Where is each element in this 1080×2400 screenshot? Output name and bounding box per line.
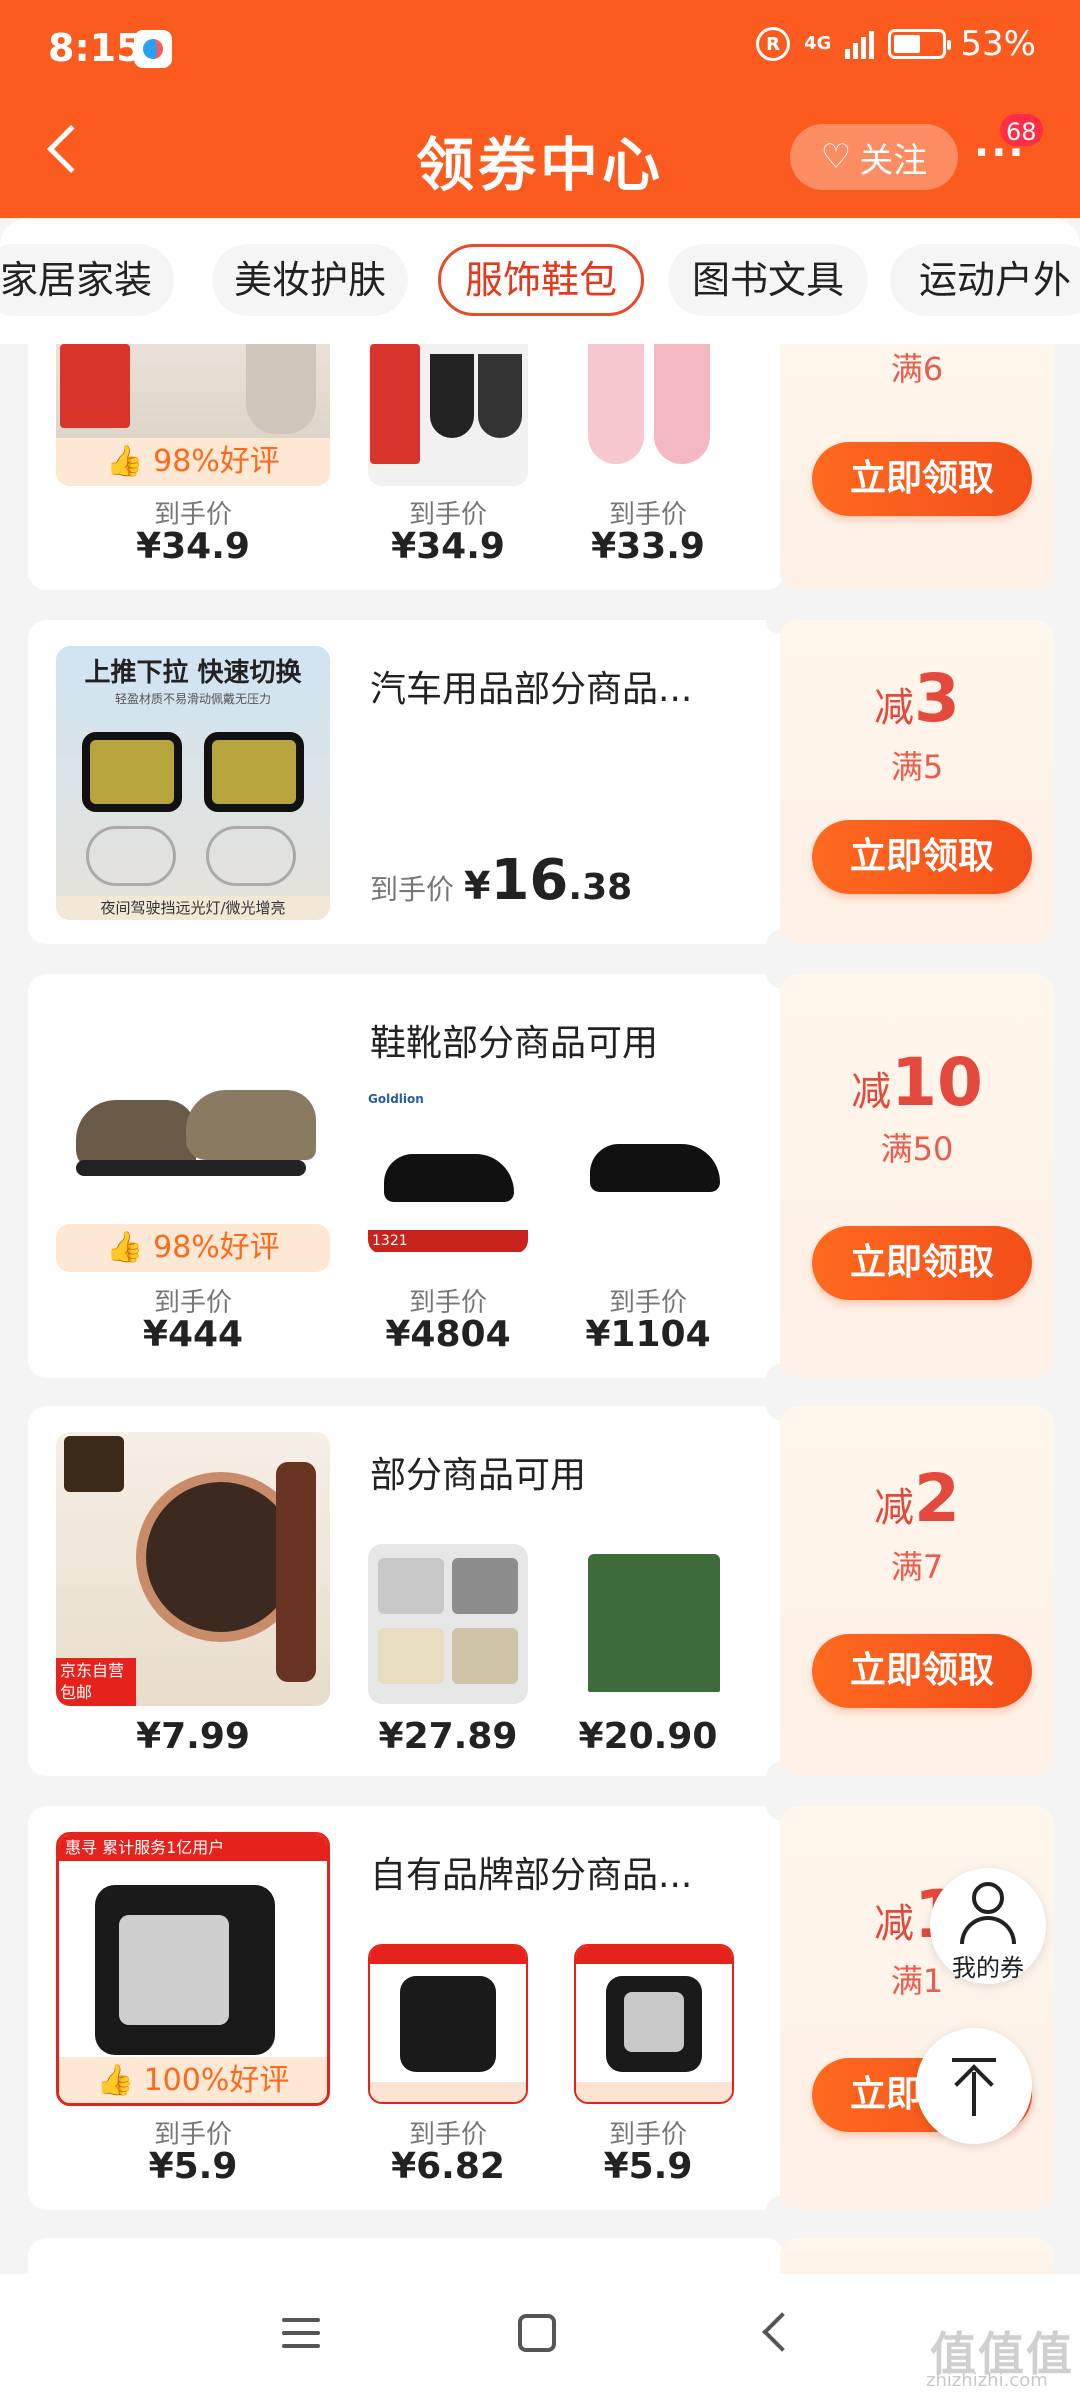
jd-self-operated-tag: 京东自营 包邮 — [56, 1658, 136, 1706]
coupon-card-body: 鞋靴部分商品可用 👍 98%好评 Goldlion 1321 到手价 ¥444 … — [28, 974, 784, 1378]
product-price: 到手价 ¥16.38 — [370, 848, 633, 913]
claim-coupon-button[interactable]: 立即领取 — [812, 820, 1032, 894]
product-image[interactable]: 👍 98%好评 — [56, 344, 330, 486]
product-image[interactable] — [368, 1544, 528, 1704]
coupon-card: 上推下拉 快速切换 轻盈材质不易滑动佩戴无压力 夜间驾驶挡远光灯/微光增亮 汽车… — [28, 620, 1054, 944]
scroll-top-icon — [952, 2058, 996, 2062]
network-type: 4G — [804, 33, 832, 54]
status-bar: 8:15 R 4G 53% — [0, 0, 1080, 100]
user-icon — [972, 1882, 1004, 1914]
my-coupons-label: 我的券 — [952, 1954, 1024, 1982]
follow-label: 关注 — [859, 140, 928, 181]
coupon-stub: 减1 满1 立即领取 — [780, 1806, 1054, 2210]
product-price: ¥5.9 — [603, 2146, 693, 2187]
product-image[interactable]: Goldlion 1321 — [368, 1084, 528, 1254]
product-price: ¥33.9 — [591, 526, 705, 567]
message-badge: 68 — [998, 112, 1045, 148]
heart-plus-icon: ♡ — [820, 137, 852, 177]
back-nav-icon[interactable] — [762, 2312, 802, 2352]
coupon-stub: 满6 立即领取 — [780, 344, 1054, 590]
coupon-amount: 减10 — [851, 1044, 983, 1121]
product-image[interactable] — [368, 1944, 528, 2104]
coupon-scope-title: 自有品牌部分商品... — [370, 1855, 693, 1896]
product-image[interactable] — [574, 1084, 734, 1234]
coupon-card: 惠寻 累计服务1亿用户 👍 100%好评 自有品牌部分商品... 到手价 ¥5.… — [28, 1806, 1054, 2210]
coupon-threshold: 满7 — [890, 1548, 944, 1586]
coupon-card-body: 京东自营 包邮 部分商品可用 ¥7.99 ¥27.89 ¥20.90 — [28, 1406, 784, 1776]
coupon-stub: 减3 满5 立即领取 — [780, 620, 1054, 944]
product-price: ¥7.99 — [136, 1716, 250, 1757]
rating-badge: 👍 98%好评 — [56, 438, 330, 486]
product-price: ¥1104 — [585, 1314, 711, 1355]
scroll-to-top-button[interactable] — [916, 2028, 1032, 2144]
coupon-threshold: 满5 — [890, 748, 944, 786]
thumbs-up-icon: 👍 — [106, 444, 144, 479]
product-price: ¥20.90 — [578, 1716, 718, 1757]
coupon-card-body: 惠寻 累计服务1亿用户 👍 100%好评 自有品牌部分商品... 到手价 ¥5.… — [28, 1806, 784, 2210]
claim-coupon-button[interactable]: 立即领取 — [812, 442, 1032, 516]
product-price: ¥27.89 — [378, 1716, 518, 1757]
product-image[interactable] — [56, 1060, 330, 1250]
product-image[interactable] — [574, 344, 724, 486]
product-image[interactable]: 京东自营 包邮 — [56, 1432, 330, 1706]
rating-badge: 👍 100%好评 — [59, 2057, 327, 2103]
watermark-url: zhizhizhi.com — [926, 2370, 1048, 2391]
coupon-card: 鞋靴部分商品可用 👍 98%好评 Goldlion 1321 到手价 ¥444 … — [28, 974, 1054, 1378]
coupon-card-body: 上推下拉 快速切换 轻盈材质不易滑动佩戴无压力 夜间驾驶挡远光灯/微光增亮 汽车… — [28, 620, 784, 944]
tab-books-stationery[interactable]: 图书文具 — [668, 244, 868, 316]
product-price: ¥5.9 — [148, 2146, 238, 2187]
coupon-card-body: 👍 98%好评 到手价 ¥34.9 到手价 ¥34.9 到手价 ¥33.9 — [28, 344, 784, 590]
product-image[interactable]: 上推下拉 快速切换 轻盈材质不易滑动佩戴无压力 夜间驾驶挡远光灯/微光增亮 — [56, 646, 330, 920]
thumbs-up-icon: 👍 — [106, 1230, 144, 1265]
coupon-amount: 减3 — [874, 660, 960, 737]
tab-sports-outdoor[interactable]: 运动户外 — [890, 244, 1080, 316]
tab-beauty-skincare[interactable]: 美妆护肤 — [212, 244, 408, 316]
coupon-stub: 减2 满7 立即领取 — [780, 1406, 1054, 1776]
status-time: 8:15 — [48, 26, 143, 70]
rating-badge: 👍 98%好评 — [56, 1224, 330, 1272]
coupon-scope-title: 部分商品可用 — [370, 1455, 587, 1496]
thumbs-up-icon: 👍 — [96, 2063, 135, 2098]
recent-apps-icon[interactable] — [282, 2318, 320, 2357]
coupon-card: 👍 98%好评 到手价 ¥34.9 到手价 ¥34.9 到手价 ¥33.9 满6… — [28, 344, 1054, 590]
coupon-scope-title: 汽车用品部分商品... — [370, 669, 693, 710]
signal-icon — [845, 29, 875, 59]
battery-icon — [888, 29, 952, 59]
system-indicators: R 4G 53% — [756, 24, 1036, 64]
coupon-card: 京东自营 包邮 部分商品可用 ¥7.99 ¥27.89 ¥20.90 减2 满7… — [28, 1406, 1054, 1776]
coupon-scope-title: 鞋靴部分商品可用 — [370, 1023, 659, 1064]
product-image[interactable] — [574, 1544, 734, 1704]
category-tabs: 家居家装 美妆护肤 服饰鞋包 图书文具 运动户外 — [0, 218, 1080, 344]
coupon-amount: 减2 — [874, 1460, 960, 1537]
home-icon[interactable] — [518, 2314, 556, 2352]
coupon-threshold: 满50 — [880, 1130, 954, 1168]
app-header: 8:15 R 4G 53% 领券中心 ♡ 关注 ··· 68 — [0, 0, 1080, 218]
product-price: ¥4804 — [385, 1314, 511, 1355]
system-navigation-bar — [0, 2274, 1080, 2400]
claim-coupon-button[interactable]: 立即领取 — [812, 1634, 1032, 1708]
tab-home-furnishing[interactable]: 家居家装 — [0, 244, 174, 316]
product-price: ¥34.9 — [391, 526, 505, 567]
coupon-threshold: 满6 — [890, 350, 944, 388]
registered-icon: R — [756, 27, 791, 61]
product-image[interactable]: 惠寻 累计服务1亿用户 👍 100%好评 — [56, 1832, 330, 2106]
tab-apparel-shoes-bags[interactable]: 服饰鞋包 — [438, 244, 644, 316]
product-price: ¥34.9 — [136, 526, 250, 567]
product-price: ¥444 — [142, 1314, 244, 1355]
product-price: ¥6.82 — [391, 2146, 505, 2187]
product-image[interactable] — [368, 344, 528, 486]
my-coupons-button[interactable]: 我的券 — [930, 1868, 1046, 1984]
product-image[interactable] — [574, 1944, 734, 2104]
follow-button[interactable]: ♡ 关注 — [790, 124, 958, 190]
claim-coupon-button[interactable]: 立即领取 — [812, 1226, 1032, 1300]
battery-percent: 53% — [960, 24, 1036, 64]
coupon-card — [28, 2238, 1054, 2274]
coupon-stub: 减10 满50 立即领取 — [780, 974, 1054, 1378]
notification-app-icon — [134, 30, 172, 68]
